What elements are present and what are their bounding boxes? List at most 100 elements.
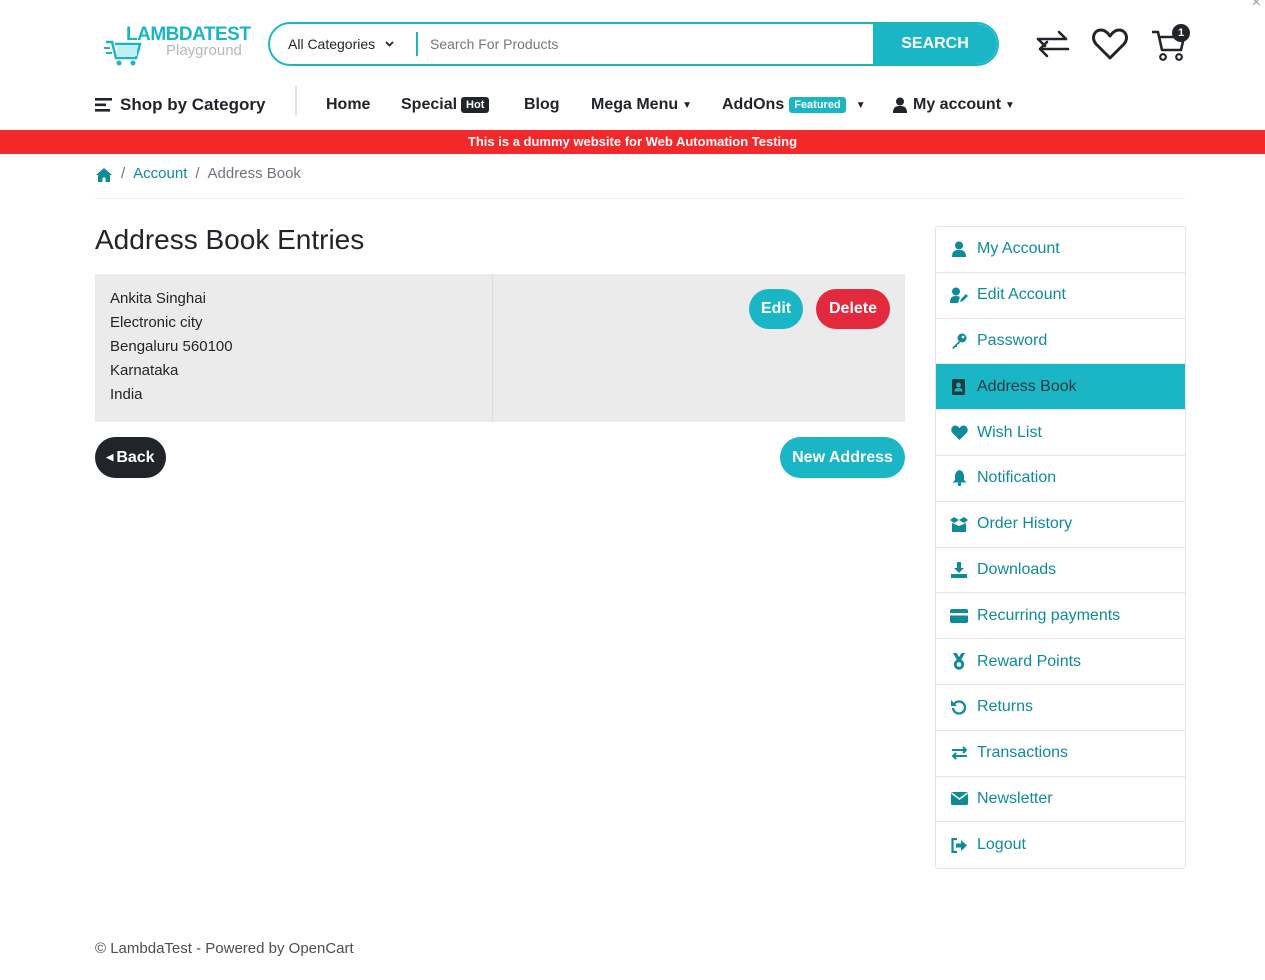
category-select[interactable]: All Categories [270,24,418,64]
search-input[interactable] [430,24,870,64]
address-line: Ankita Singhai [110,290,206,307]
sidebar-item-label: Password [977,331,1048,349]
nav-my-account-label: My account [913,96,1002,113]
caret-left-icon: ◀ [106,452,114,462]
user-icon [893,97,907,113]
edit-button[interactable]: Edit [749,289,803,329]
user-edit-icon [950,286,968,304]
sidebar-item-wish-list[interactable]: Wish List [936,410,1185,456]
box-icon [950,515,968,533]
breadcrumb: / Account / Address Book [95,163,1185,199]
nav-special-label: Special [401,96,458,113]
envelope-icon [950,790,968,808]
nav-blog[interactable]: Blog [524,90,560,120]
page-title: Address Book Entries [95,224,365,255]
sidebar-item-label: Reward Points [977,652,1082,670]
wishlist-heart-icon[interactable] [1090,24,1130,64]
sidebar-item-recurring-payments[interactable]: Recurring payments [936,593,1185,640]
nav-home[interactable]: Home [326,90,370,120]
notice-banner: This is a dummy website for Web Automati… [0,130,1265,154]
category-select-value: All Categories [288,36,376,52]
credit-card-icon [950,607,968,625]
sidebar-item-reward-points[interactable]: Reward Points [936,639,1185,685]
hot-badge: Hot [461,97,490,113]
sidebar-item-my-account[interactable]: My Account [936,227,1185,273]
address-book-icon [950,378,968,396]
caret-down-icon: ▼ [855,99,866,111]
search-bar: All Categories SEARCH [268,22,999,66]
breadcrumb-separator: / [121,165,126,182]
breadcrumb-current: Address Book [207,165,301,182]
caret-down-icon: ▼ [1005,99,1015,111]
shop-by-category-label: Shop by Category [120,95,266,114]
sidebar-item-label: Recurring payments [977,606,1121,624]
chevron-down-icon [385,39,394,50]
sidebar-item-label: Edit Account [977,286,1066,304]
nav-divider [295,86,297,116]
sidebar-item-newsletter[interactable]: Newsletter [936,777,1185,823]
caret-down-icon: ▼ [682,99,693,111]
site-logo[interactable]: LAMBDATEST Playground [104,22,254,70]
heart-icon [950,424,968,442]
nav-special[interactable]: Special Hot [401,90,490,120]
main-nav: Shop by Category Home Special Hot Blog M… [0,84,1265,130]
address-line: Bengaluru 560100 [110,338,233,355]
sign-out-icon [950,836,968,854]
sidebar-item-label: Address Book [977,377,1077,395]
compare-icon[interactable] [1033,24,1073,64]
address-line: India [110,386,143,403]
nav-addons-label: AddOns [722,96,785,113]
header: LAMBDATEST Playground All Categories SEA… [0,0,1265,84]
close-icon[interactable]: × [1252,0,1261,12]
address-line: Karnataka [110,362,179,379]
address-line: Electronic city [110,314,203,331]
exchange-icon [950,744,968,762]
user-icon [950,240,968,258]
undo-icon [950,698,968,716]
back-button[interactable]: ◀ Back [95,437,166,478]
sidebar-item-notification[interactable]: Notification [936,456,1185,502]
delete-button[interactable]: Delete [816,289,890,329]
new-address-button[interactable]: New Address [780,437,905,478]
sidebar-item-edit-account[interactable]: Edit Account [936,273,1185,319]
sidebar-item-downloads[interactable]: Downloads [936,548,1185,594]
nav-mega-menu-label: Mega Menu [591,96,679,113]
sidebar-item-password[interactable]: Password [936,319,1185,365]
breadcrumb-account-link[interactable]: Account [133,165,187,182]
sidebar-item-label: Order History [977,515,1073,533]
download-icon [950,561,968,579]
address-text: Ankita Singhai Electronic city Bengaluru… [95,274,493,422]
cart-count-badge: 1 [1172,24,1190,42]
nav-my-account[interactable]: My account ▼ [893,90,1015,120]
account-sidebar: My Account Edit Account Password Address… [935,226,1186,870]
logo-subtitle: Playground [166,42,242,59]
footer-copyright: © LambdaTest - Powered by OpenCart [95,940,354,957]
sidebar-item-returns[interactable]: Returns [936,685,1185,731]
sidebar-item-order-history[interactable]: Order History [936,502,1185,548]
sidebar-item-address-book[interactable]: Address Book [936,364,1185,411]
sidebar-item-label: My Account [977,240,1060,258]
sidebar-item-label: Returns [977,698,1034,716]
search-button[interactable]: SEARCH [873,24,997,64]
home-icon[interactable] [95,165,113,183]
breadcrumb-separator: / [195,165,200,182]
sidebar-item-label: Notification [977,469,1057,487]
key-icon [950,332,968,350]
sidebar-item-label: Newsletter [977,789,1053,807]
back-button-label: Back [116,448,155,466]
sidebar-item-logout[interactable]: Logout [936,822,1185,868]
featured-badge: Featured [789,97,846,113]
sidebar-item-transactions[interactable]: Transactions [936,731,1185,777]
sidebar-item-label: Wish List [977,423,1042,441]
sidebar-item-label: Logout [977,836,1026,854]
search-divider [416,32,418,56]
bell-icon [950,469,968,487]
medal-icon [950,653,968,671]
address-entry: Ankita Singhai Electronic city Bengaluru… [95,274,905,422]
menu-bars-icon [95,98,112,112]
shop-by-category-button[interactable]: Shop by Category [95,90,265,120]
sidebar-item-label: Downloads [977,560,1057,578]
nav-addons[interactable]: AddOns Featured ▼ [722,90,866,120]
sidebar-item-label: Transactions [977,744,1068,762]
nav-mega-menu[interactable]: Mega Menu ▼ [591,90,692,120]
